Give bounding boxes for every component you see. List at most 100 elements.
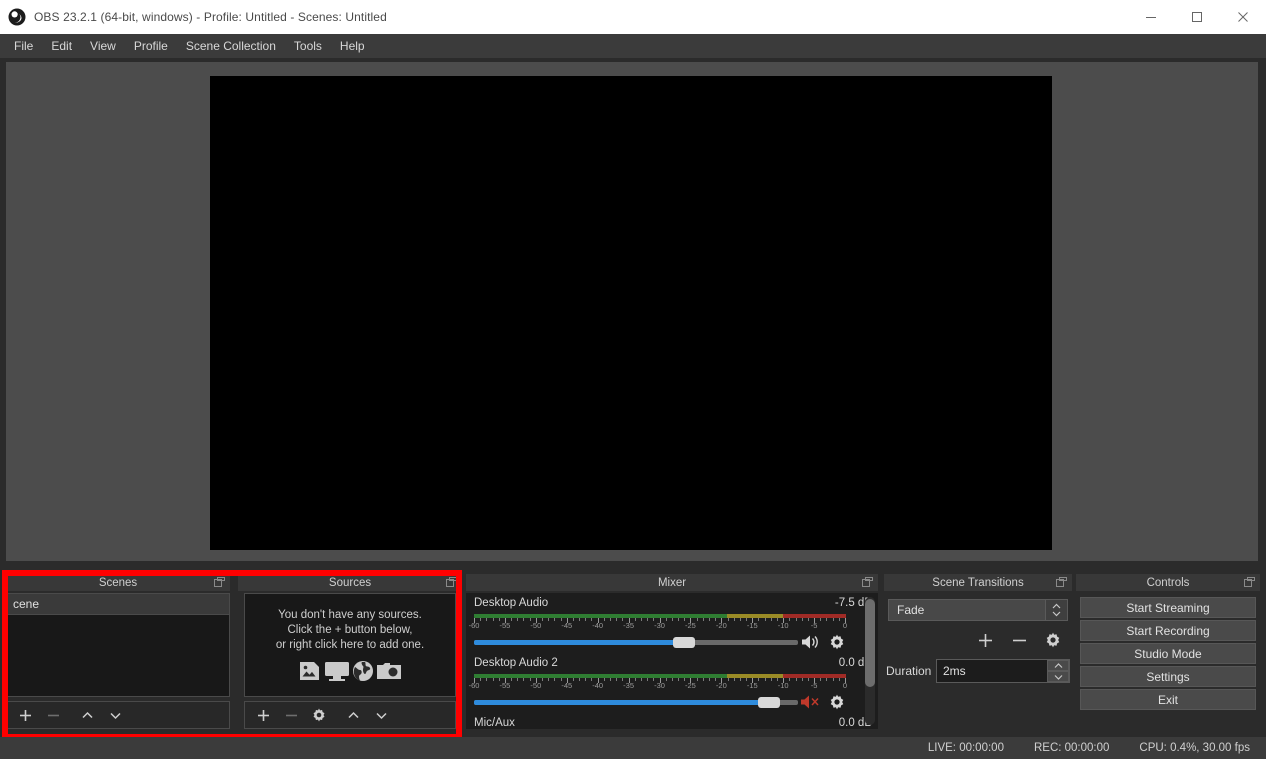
move-scene-down-button[interactable] — [101, 702, 129, 728]
add-transition-button[interactable] — [970, 627, 1000, 653]
undock-icon[interactable] — [446, 577, 457, 588]
move-source-up-button[interactable] — [339, 702, 367, 728]
scale-minor-tick — [616, 618, 618, 621]
speaker-muted-icon[interactable] — [798, 691, 824, 713]
scale-minor-tick — [838, 618, 840, 621]
menu-item-view[interactable]: View — [81, 35, 125, 57]
scale-minor-tick — [634, 678, 636, 681]
transition-properties-gear-icon[interactable] — [1038, 627, 1068, 653]
scale-minor-tick — [579, 678, 581, 681]
scene-list-item[interactable]: cene — [7, 594, 229, 615]
status-cpu: CPU: 0.4%, 30.00 fps — [1139, 742, 1250, 754]
mixer-scrollbar-thumb[interactable] — [865, 599, 875, 687]
close-icon[interactable] — [1220, 0, 1266, 34]
scale-minor-tick — [832, 678, 834, 681]
scale-minor-tick — [610, 678, 612, 681]
speaker-on-icon[interactable] — [798, 631, 824, 653]
scale-tick-label: -50 — [530, 621, 542, 630]
move-source-down-button[interactable] — [367, 702, 395, 728]
studio-mode-button[interactable]: Studio Mode — [1080, 643, 1256, 664]
duration-input[interactable]: 2ms — [936, 659, 1070, 683]
minimize-icon[interactable] — [1128, 0, 1174, 34]
scale-minor-tick — [820, 618, 822, 621]
remove-scene-button[interactable] — [39, 702, 67, 728]
scale-minor-tick — [517, 618, 519, 621]
scale-minor-tick — [733, 618, 735, 621]
mixer-scrollbar[interactable] — [865, 597, 875, 725]
settings-button[interactable]: Settings — [1080, 666, 1256, 687]
undock-icon[interactable] — [1056, 577, 1067, 588]
obs-main-window: OBS 23.2.1 (64-bit, windows) - Profile: … — [0, 0, 1266, 759]
scale-tick-label: -35 — [623, 681, 634, 690]
undock-icon[interactable] — [214, 577, 225, 588]
menu-item-profile[interactable]: Profile — [125, 35, 177, 57]
duration-decrement-icon[interactable] — [1047, 671, 1069, 682]
chevron-updown-icon[interactable] — [1045, 600, 1067, 620]
mixer-settings-gear-icon[interactable] — [824, 631, 850, 653]
undock-icon[interactable] — [862, 577, 873, 588]
preview-area[interactable] — [6, 62, 1258, 561]
scale-minor-tick — [492, 618, 494, 621]
scenes-list[interactable]: cene — [6, 593, 230, 697]
transitions-body: Fade Duration 2ms — [884, 593, 1072, 729]
mixer-dock-title: Mixer — [466, 574, 878, 591]
camera-source-icon — [376, 660, 402, 682]
volume-knob[interactable] — [673, 637, 696, 648]
scale-minor-tick — [480, 618, 482, 621]
scale-minor-tick — [702, 618, 704, 621]
scale-tick-label: -10 — [777, 621, 789, 630]
source-properties-gear-icon[interactable] — [305, 702, 333, 728]
scale-minor-tick — [727, 678, 729, 681]
scale-tick-label: 0 — [842, 681, 848, 690]
duration-stepper[interactable] — [1047, 660, 1069, 682]
duration-increment-icon[interactable] — [1047, 660, 1069, 671]
mixer-settings-gear-icon[interactable] — [824, 691, 850, 713]
remove-transition-button[interactable] — [1004, 627, 1034, 653]
scale-minor-tick — [640, 678, 642, 681]
add-scene-button[interactable] — [11, 702, 39, 728]
move-scene-up-button[interactable] — [73, 702, 101, 728]
start-streaming-button[interactable]: Start Streaming — [1080, 597, 1256, 618]
volume-slider[interactable] — [474, 694, 798, 710]
menu-item-scene-collection[interactable]: Scene Collection — [177, 35, 285, 57]
transition-select[interactable]: Fade — [888, 599, 1068, 621]
scenes-dock-title: Scenes — [6, 574, 230, 591]
scale-minor-tick — [554, 678, 556, 681]
scale-tick-label: -5 — [810, 681, 818, 690]
scale-minor-tick — [702, 678, 704, 681]
scale-minor-tick — [542, 678, 544, 681]
display-capture-icon — [324, 660, 350, 682]
volume-slider[interactable] — [474, 634, 798, 650]
menu-item-edit[interactable]: Edit — [42, 35, 81, 57]
scale-tick-label: -25 — [684, 621, 696, 630]
mixer-channel-name: Desktop Audio 2 — [474, 657, 558, 669]
mixer-body[interactable]: Desktop Audio -7.5 dB -60 -55 -50 -45 -40 -35… — [466, 593, 878, 729]
scale-minor-tick — [795, 678, 797, 681]
volume-knob[interactable] — [757, 697, 780, 708]
status-rec: REC: 00:00:00 — [1033, 742, 1110, 754]
menu-bar: File Edit View Profile Scene Collection … — [0, 34, 1266, 58]
transitions-title-label: Scene Transitions — [932, 576, 1024, 589]
scale-minor-tick — [572, 618, 574, 621]
menu-item-tools[interactable]: Tools — [285, 35, 331, 57]
scale-minor-tick — [610, 618, 612, 621]
scale-tick-label: -20 — [715, 621, 727, 630]
start-recording-button[interactable]: Start Recording — [1080, 620, 1256, 641]
scale-minor-tick — [801, 618, 803, 621]
add-source-button[interactable] — [249, 702, 277, 728]
preview-canvas[interactable] — [210, 76, 1052, 550]
sources-list[interactable]: You don't have any sources. Click the + … — [244, 593, 456, 697]
scale-minor-tick — [820, 678, 822, 681]
image-source-icon — [298, 660, 322, 682]
undock-icon[interactable] — [1244, 577, 1255, 588]
menu-item-help[interactable]: Help — [331, 35, 374, 57]
remove-source-button[interactable] — [277, 702, 305, 728]
scale-minor-tick — [603, 618, 605, 621]
mixer-dock: Mixer Desktop Audio -7.5 dB -60 -55 -50 -45… — [466, 574, 878, 729]
scale-tick-label: -40 — [592, 681, 604, 690]
maximize-icon[interactable] — [1174, 0, 1220, 34]
exit-button[interactable]: Exit — [1080, 689, 1256, 710]
scale-minor-tick — [708, 678, 710, 681]
duration-row: Duration 2ms — [886, 659, 1070, 683]
menu-item-file[interactable]: File — [5, 35, 42, 57]
